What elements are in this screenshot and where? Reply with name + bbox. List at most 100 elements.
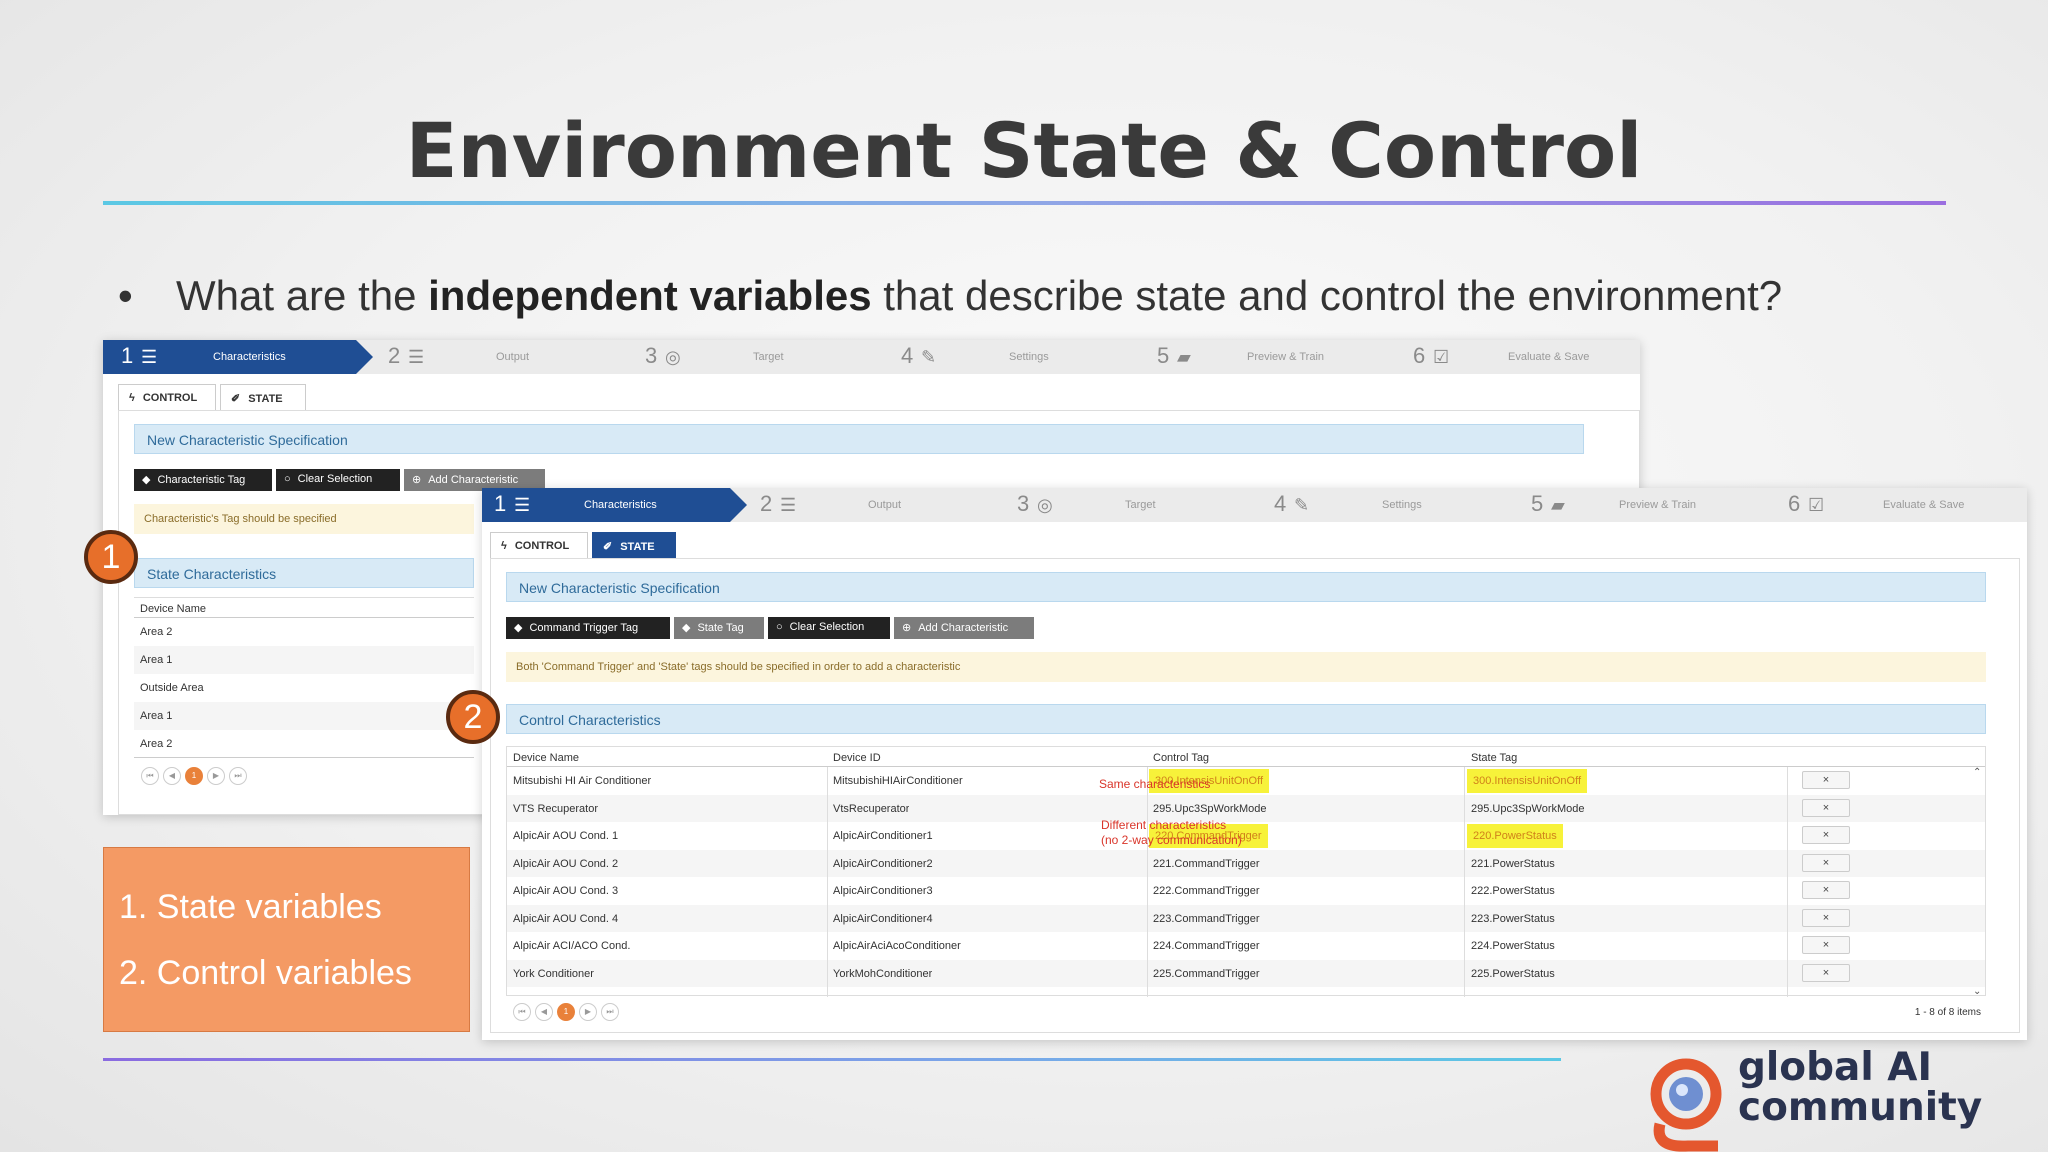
state-tag-cell: 295.Upc3SpWorkMode	[1471, 802, 1585, 815]
device-name-cell: Area 2	[140, 738, 173, 750]
clear-selection-button[interactable]: ○ Clear Selection	[276, 469, 400, 491]
table-row[interactable]: AlpicAir AOU Cond. 4 AlpicAirConditioner4…	[507, 904, 1985, 932]
delete-row-button[interactable]: ×	[1802, 853, 1850, 872]
wizard-step-target[interactable]: 3 ◎ Target	[645, 340, 895, 374]
tab-state[interactable]: ✐ STATE	[220, 384, 306, 410]
last-page-button[interactable]: ⏭	[229, 767, 247, 785]
clear-selection-button[interactable]: ○ Clear Selection	[768, 617, 890, 639]
scroll-up-icon[interactable]: ⌃	[1973, 767, 1981, 778]
device-id-cell: AlpicAirAciAcoConditioner	[833, 940, 961, 952]
step-label: Settings	[1009, 351, 1049, 363]
tag-icon: ✐	[603, 541, 613, 553]
device-name-cell: Area 1	[140, 654, 173, 666]
wizard-step-evaluate-save[interactable]: 6 ☑ Evaluate & Save	[1413, 340, 1640, 374]
step-label: Characteristics	[213, 351, 286, 363]
table-row[interactable]: Area 2	[134, 730, 474, 758]
state-tag-cell: 220.PowerStatus	[1467, 824, 1563, 848]
delete-row-button[interactable]: ×	[1802, 881, 1850, 899]
delete-row-button[interactable]: ×	[1802, 826, 1850, 844]
table-row[interactable]: Outside Area	[134, 674, 474, 702]
table-row[interactable]: Mitsubishi HI Air Conditioner MitsubishiH…	[507, 767, 1985, 795]
step-number: 5	[1531, 491, 1544, 516]
control-button-row: ◆ Command Trigger Tag ◆ State Tag ○ Clear S…	[506, 617, 1046, 639]
table-row[interactable]: AlpicAir AOU Cond. 2 AlpicAirConditioner2…	[507, 849, 1985, 877]
last-page-button[interactable]: ⏭	[601, 1003, 619, 1021]
device-name-cell: Area 1	[140, 710, 173, 722]
control-screenshot: 1 ☰ Characteristics 2 ☰ Output 3 ◎ Targe…	[482, 488, 2027, 1040]
first-page-button[interactable]: ⏮	[513, 1003, 531, 1021]
vertical-scrollbar[interactable]: ⌃ ⌄	[1973, 767, 1985, 997]
state-pager: ⏮ ◀ 1 ▶ ⏭	[141, 767, 261, 789]
table-row[interactable]: Area 2	[134, 618, 474, 646]
wizard-step-output[interactable]: 2 ☰ Output	[760, 488, 1010, 522]
marker-1: 1	[84, 530, 138, 584]
circle-icon: ○	[284, 473, 291, 485]
device-name-cell: AlpicAir AOU Cond. 2	[513, 857, 619, 870]
wizard-step-target[interactable]: 3 ◎ Target	[1017, 488, 1267, 522]
button-label: Add Characteristic	[428, 474, 519, 486]
bullet-text: What are the independent variables that …	[176, 272, 1782, 320]
control-warning: Both 'Command Trigger' and 'State' tags …	[506, 652, 1986, 682]
table-row[interactable]: Area 1	[134, 646, 474, 674]
step-label: Output	[868, 499, 902, 511]
state-tag-button[interactable]: ◆ State Tag	[674, 617, 764, 639]
delete-row-button[interactable]: ×	[1802, 963, 1850, 982]
delete-row-button[interactable]: ×	[1802, 798, 1850, 817]
device-id-cell: VtsRecuperator	[833, 802, 910, 815]
delete-row-button[interactable]: ×	[1802, 771, 1850, 789]
tab-control[interactable]: ϟ CONTROL	[490, 532, 588, 558]
next-page-button[interactable]: ▶	[207, 767, 225, 785]
tag-icon: ◆	[142, 474, 151, 486]
tab-label: STATE	[620, 541, 655, 553]
control-tag-cell: 225.CommandTrigger	[1153, 967, 1260, 980]
tag-icon: ◆	[682, 622, 691, 634]
table-row[interactable]: AlpicAir AOU Cond. 1 AlpicAirConditioner1…	[507, 822, 1985, 850]
scroll-down-icon[interactable]: ⌄	[1973, 986, 1981, 997]
plus-circle-icon: ⊕	[902, 622, 912, 634]
wizard-step-characteristics[interactable]: 1 ☰ Characteristics	[103, 340, 373, 374]
step-label: Output	[496, 351, 530, 363]
wizard-step-settings[interactable]: 4 ✎ Settings	[901, 340, 1151, 374]
table-row[interactable]: Area 1	[134, 702, 474, 730]
wizard-step-evaluate-save[interactable]: 6 ☑ Evaluate & Save	[1788, 488, 2027, 522]
table-row[interactable]: AlpicAir ACI/ACO Cond. AlpicAirAciAcoCond…	[507, 932, 1985, 960]
state-tag-cell: 300.IntensisUnitOnOff	[1467, 769, 1588, 793]
wizard-steps: 1 ☰ Characteristics 2 ☰ Output 3 ◎ Targe…	[482, 488, 2027, 522]
list-icon: ☰	[780, 495, 797, 515]
next-page-button[interactable]: ▶	[579, 1003, 597, 1021]
wizard-step-preview-train[interactable]: 5 ▰ Preview & Train	[1531, 488, 1781, 522]
checkbox-icon: ☑	[1433, 347, 1450, 367]
tab-state[interactable]: ✐ STATE	[592, 532, 676, 558]
wizard-step-output[interactable]: 2 ☰ Output	[388, 340, 638, 374]
delete-row-button[interactable]: ×	[1802, 908, 1850, 927]
control-tag-cell: 223.CommandTrigger	[1153, 912, 1260, 925]
table-row[interactable]: VTS Recuperator VtsRecuperator 295.Upc3SpW…	[507, 794, 1985, 822]
wizard-step-characteristics[interactable]: 1 ☰ Characteristics	[482, 488, 747, 522]
step-number: 3	[1017, 491, 1030, 516]
wizard-step-settings[interactable]: 4 ✎ Settings	[1274, 488, 1524, 522]
command-trigger-tag-button[interactable]: ◆ Command Trigger Tag	[506, 617, 670, 639]
delete-row-button[interactable]: ×	[1802, 936, 1850, 954]
wizard-step-preview-train[interactable]: 5 ▰ Preview & Train	[1157, 340, 1407, 374]
page-number-button[interactable]: 1	[185, 767, 203, 785]
button-label: Characteristic Tag	[157, 474, 246, 486]
state-grid: Device Name Area 2 Area 1 Outside Area A…	[134, 597, 474, 787]
control-tag-cell: 295.Upc3SpWorkMode	[1153, 802, 1267, 815]
table-row[interactable]: York Conditioner YorkMohConditioner 225.Co…	[507, 959, 1985, 987]
table-row[interactable]: AlpicAir AOU Cond. 3 AlpicAirConditioner3…	[507, 877, 1985, 905]
prev-page-button[interactable]: ◀	[163, 767, 181, 785]
characteristic-tag-button[interactable]: ◆ Characteristic Tag	[134, 469, 272, 491]
step-label: Preview & Train	[1619, 499, 1697, 511]
graduation-cap-icon: ▰	[1177, 347, 1191, 367]
device-id-cell: MitsubishiHIAirConditioner	[833, 775, 963, 787]
prev-page-button[interactable]: ◀	[535, 1003, 553, 1021]
add-characteristic-button[interactable]: ⊕ Add Characteristic	[894, 617, 1034, 639]
device-name-cell: Outside Area	[140, 682, 204, 694]
circle-icon: ○	[776, 621, 783, 633]
bullet-dot: •	[118, 272, 133, 319]
bullet-prefix: What are the	[176, 272, 429, 319]
page-number-button[interactable]: 1	[557, 1003, 575, 1021]
first-page-button[interactable]: ⏮	[141, 767, 159, 785]
tab-control[interactable]: ϟ CONTROL	[118, 384, 216, 410]
step-number: 4	[1274, 491, 1287, 516]
